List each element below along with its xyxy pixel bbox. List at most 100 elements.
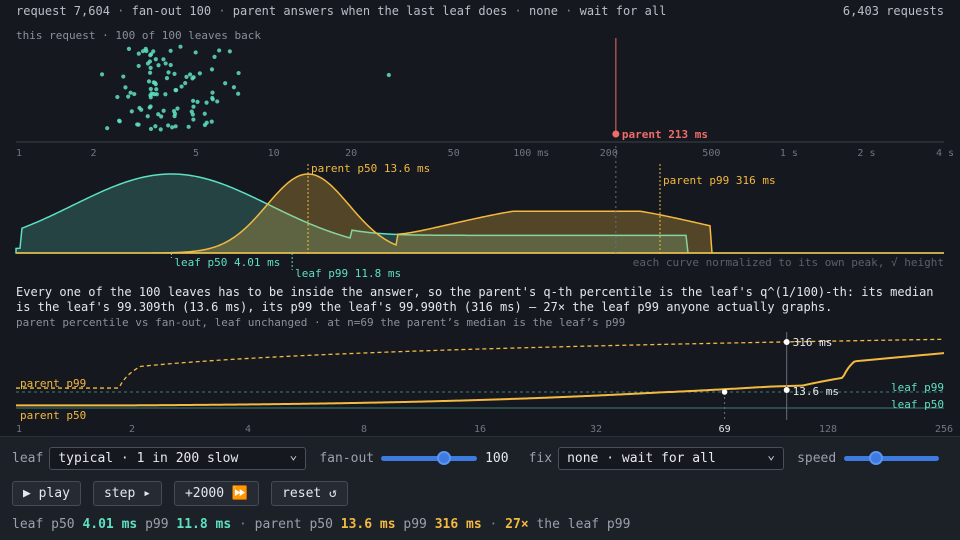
leaf-dot xyxy=(132,91,137,97)
leaf-dot xyxy=(117,119,122,124)
parent-latency-dot xyxy=(612,130,620,138)
leaf-dot xyxy=(191,104,196,109)
leaf-dot xyxy=(159,114,164,119)
axis-tick-label: 500 xyxy=(702,148,720,159)
fanout-tick-label: 4 xyxy=(245,424,251,432)
leaf-dot xyxy=(215,99,220,104)
leaf-dot xyxy=(217,48,222,53)
answer-rule: parent answers when the last leaf does xyxy=(232,4,508,18)
leaf-dots xyxy=(99,44,391,132)
leaf-dot xyxy=(172,111,178,116)
fanout-slider[interactable] xyxy=(381,451,478,465)
fix-summary: none xyxy=(529,4,558,18)
leaf-dot xyxy=(123,85,128,90)
leaf-dot xyxy=(151,49,156,54)
explanation-text: Every one of the 100 leaves has to be in… xyxy=(16,285,934,314)
axis-tick-label: 2 xyxy=(91,148,97,159)
leaf-dot xyxy=(152,92,157,97)
parent-p99-series-label: parent p99 xyxy=(20,377,86,390)
leaf-dot xyxy=(173,88,178,93)
summary-leaf-p50-label: leaf p50 xyxy=(12,517,75,532)
leaf-dot xyxy=(204,100,209,105)
leaf-dot xyxy=(183,81,188,86)
leaf-dot xyxy=(163,92,168,97)
leaf-dot xyxy=(145,114,150,119)
leaf-dot xyxy=(136,122,141,127)
scatter-caption: this request · 100 of 100 leaves back xyxy=(16,29,261,42)
request-id: request 7,604 xyxy=(16,4,110,18)
axis-tick-label: 200 xyxy=(600,148,618,159)
step-button[interactable]: step ▸ xyxy=(92,481,162,506)
leaf-dot xyxy=(158,127,163,132)
summary-leaf-p99: 11.8 ms xyxy=(176,517,232,532)
highlight-point xyxy=(721,389,728,395)
leaf-dot xyxy=(227,49,232,54)
leaf-dot xyxy=(179,84,184,89)
leaf-dot xyxy=(143,46,148,51)
leaf-dot xyxy=(164,75,170,81)
leaf-dot xyxy=(145,61,151,66)
settings-row: leaf typical · 1 in 200 slow fan-out 100… xyxy=(12,445,940,470)
fanout-summary: fan-out 100 xyxy=(131,4,212,18)
leaf-p99-label: leaf p99 11.8 ms xyxy=(295,267,401,280)
reset-button[interactable]: reset ↺ xyxy=(271,481,348,506)
leaf-p50-series-label: leaf p50 xyxy=(891,398,944,411)
leaf-dot xyxy=(115,94,120,100)
leaf-profile-select[interactable]: typical · 1 in 200 slow xyxy=(49,445,307,470)
axis-tick-label: 4 s xyxy=(936,148,954,159)
leaf-dot xyxy=(99,72,105,77)
speed-slider-track xyxy=(844,456,940,461)
leaf-dot xyxy=(187,72,193,77)
leaf-dot xyxy=(148,104,153,109)
leaf-dot xyxy=(148,126,154,132)
fanout-tick-label: 8 xyxy=(361,424,367,432)
latency-visualization: this request · 100 of 100 leaves back pa… xyxy=(15,29,954,432)
leaf-dot xyxy=(191,75,196,80)
leaf-dot xyxy=(190,98,196,103)
fanout-tick-label: 2 xyxy=(129,424,135,432)
parent-p50-series-label: parent p50 xyxy=(20,409,86,422)
add-2000-button[interactable]: +2000 ⏩ xyxy=(173,481,260,506)
summary-leaf-p50: 4.01 ms xyxy=(82,517,138,532)
play-button[interactable]: ▶ play xyxy=(12,481,81,506)
summary-ratio-suffix: the leaf p99 xyxy=(536,517,631,532)
request-count: 6,403 requests xyxy=(842,4,944,18)
fanout-tick-label: 16 xyxy=(474,424,486,432)
leaf-dot xyxy=(197,71,202,76)
leaf-dot xyxy=(148,65,153,70)
leaf-dot xyxy=(191,117,196,122)
leaf-dot xyxy=(184,74,189,79)
leaf-dot xyxy=(231,85,237,90)
fanout-tick-label: 32 xyxy=(590,424,602,432)
wait-mode: wait for all xyxy=(579,4,667,18)
leaf-dot xyxy=(136,63,141,69)
leaf-dot xyxy=(189,109,194,114)
leaf-dot xyxy=(186,124,191,129)
summary-parent-p99-label: p99 xyxy=(403,517,427,532)
playback-buttons: ▶ play step ▸ +2000 ⏩ reset ↺ xyxy=(12,481,348,506)
speed-slider-thumb[interactable] xyxy=(868,451,883,465)
current-p50-point xyxy=(783,387,790,393)
leaf-dot xyxy=(209,119,214,124)
axis-tick-label: 1 s xyxy=(780,148,798,159)
leaf-dot xyxy=(121,74,126,79)
speed-slider[interactable] xyxy=(844,451,940,465)
control-panel: leaf typical · 1 in 200 slow fan-out 100… xyxy=(0,436,960,540)
summary-leaf-p99-label: p99 xyxy=(145,517,169,532)
leaf-dot xyxy=(178,44,183,49)
current-p99-point xyxy=(783,339,790,345)
fix-strategy-select[interactable]: none · wait for all xyxy=(558,445,785,470)
fix-strategy-value: none · wait for all xyxy=(567,450,716,466)
fanout-tick-label: 128 xyxy=(819,424,837,432)
current-p99-label: 316 ms xyxy=(793,336,833,349)
leaf-dot xyxy=(172,71,177,76)
current-p50-label: 13.6 ms xyxy=(793,385,839,398)
axis-tick-label: 100 ms xyxy=(513,148,549,159)
summary-parent-p50-label: parent p50 xyxy=(254,517,333,532)
leaf-dot xyxy=(212,54,217,59)
leaf-dot xyxy=(148,95,153,100)
fanout-slider-thumb[interactable] xyxy=(436,451,451,465)
leaf-dot xyxy=(175,106,180,111)
fanout-slider-track xyxy=(381,456,478,461)
summary-ratio: 27× xyxy=(505,517,529,532)
